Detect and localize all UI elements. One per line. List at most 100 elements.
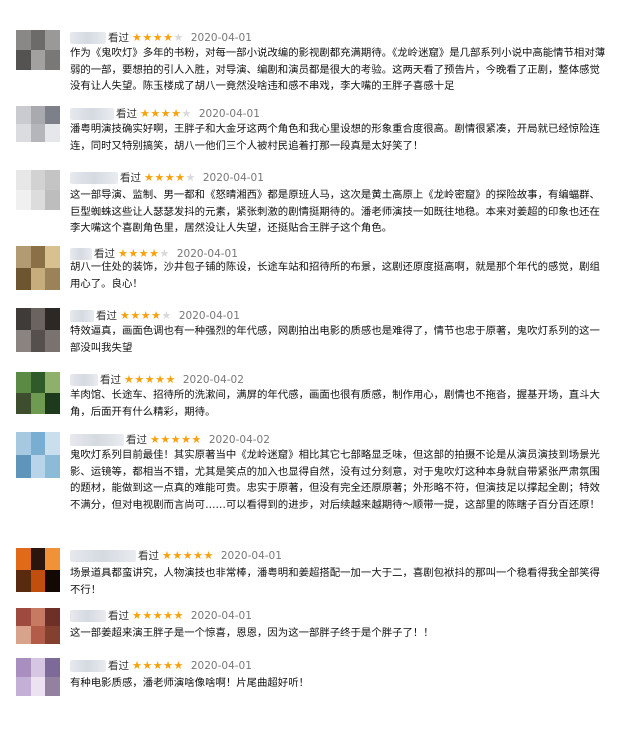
avatar-tile xyxy=(45,106,60,125)
avatar-tile xyxy=(30,393,47,414)
review-meta: 看过 ★★★★★ 2020-04-01 xyxy=(108,31,252,45)
star-icon: ★ xyxy=(152,659,164,672)
review-meta: 看过 ★★★★★ 2020-04-02 xyxy=(126,433,270,447)
review-text: 鬼吹灯系列目前最佳！其实原著当中《龙岭迷窟》相比其它七部略显乏味，但这部的拍摄不… xyxy=(70,449,600,511)
review-meta: 看过 ★★★★★ 2020-04-01 xyxy=(96,309,240,323)
star-icon: ★ xyxy=(151,309,162,322)
star-icon: ★ xyxy=(142,31,153,44)
review-text: 羊肉馆、长途车、招待所的洗漱间，满屏的年代感，画面也很有质感，制作用心，剧情也不… xyxy=(70,389,600,418)
star-icon: ★ xyxy=(172,549,183,562)
avatar[interactable] xyxy=(16,106,60,142)
star-icon: ★ xyxy=(161,309,172,322)
avatar[interactable] xyxy=(16,432,60,478)
star-icon: ★ xyxy=(132,31,143,44)
avatar-tile xyxy=(30,170,47,191)
review-meta: 看过 ★★★★★ 2020-04-01 xyxy=(108,659,252,673)
review-meta: 看过 ★★★★★ 2020-04-01 xyxy=(120,171,264,185)
avatar-tile xyxy=(16,372,32,394)
star-icon: ★ xyxy=(191,433,202,446)
star-icon: ★ xyxy=(182,549,194,562)
avatar[interactable] xyxy=(16,548,60,592)
avatar-tile xyxy=(16,548,32,571)
review-meta: 看过 ★★★★★ 2020-04-02 xyxy=(100,373,244,387)
review-text: 场景道具都蛮讲究，人物演技也非常棒，潘粤明和姜超搭配一加一大于二，喜剧包袱抖的那… xyxy=(70,567,600,596)
star-icon: ★ xyxy=(144,373,156,386)
avatar-tile xyxy=(30,30,47,51)
review-date: 2020-04-02 xyxy=(182,374,244,386)
avatar-tile xyxy=(45,170,60,191)
star-icon: ★ xyxy=(154,171,165,184)
review-date: 2020-04-01 xyxy=(198,108,260,120)
avatar-tile xyxy=(30,608,47,627)
avatar-tile xyxy=(16,268,32,290)
star-icon: ★ xyxy=(160,107,172,120)
username-blurred[interactable] xyxy=(70,610,106,622)
avatar-tile xyxy=(16,393,32,414)
star-icon: ★ xyxy=(142,659,153,672)
username-blurred[interactable] xyxy=(70,172,118,184)
username-blurred[interactable] xyxy=(70,374,98,386)
avatar-tile xyxy=(45,677,60,696)
avatar-tile xyxy=(30,372,47,394)
star-icon: ★ xyxy=(140,309,152,322)
username-blurred[interactable] xyxy=(70,108,114,120)
star-icon: ★ xyxy=(142,609,153,622)
avatar-tile xyxy=(30,190,47,210)
avatar-tile xyxy=(45,548,60,571)
avatar-tile xyxy=(30,658,47,678)
review-date: 2020-04-02 xyxy=(208,434,270,446)
avatar-tile xyxy=(16,677,32,696)
avatar[interactable] xyxy=(16,608,60,644)
star-rating: ★★★★★ xyxy=(132,609,184,622)
avatar[interactable] xyxy=(16,246,60,290)
avatar-tile xyxy=(45,268,60,290)
avatar-tile xyxy=(16,330,32,352)
avatar-tile xyxy=(30,246,47,269)
review-date: 2020-04-01 xyxy=(202,172,264,184)
star-icon: ★ xyxy=(175,171,186,184)
star-icon: ★ xyxy=(181,107,192,120)
avatar-tile xyxy=(16,432,32,456)
username-blurred[interactable] xyxy=(70,434,124,446)
avatar-tile xyxy=(30,268,47,290)
star-icon: ★ xyxy=(155,373,166,386)
review-text: 胡八一住处的装饰，沙井包子铺的陈设，长途车站和招待所的布景，这剧还原度挺高啊，就… xyxy=(70,261,600,290)
review-text: 这一部导演、监制、男一都和《怒晴湘西》都是原班人马，这次是黄土高原上《龙岭密窟》… xyxy=(70,189,600,235)
star-rating: ★★★★★ xyxy=(162,549,214,562)
review-text: 有种电影质感，潘老师演啥像啥啊！片尾曲超好听！ xyxy=(70,677,309,689)
watched-label: 看过 xyxy=(126,434,147,446)
username-blurred[interactable] xyxy=(70,310,94,322)
avatar-tile xyxy=(45,455,60,478)
star-icon: ★ xyxy=(152,609,164,622)
star-icon: ★ xyxy=(181,433,192,446)
star-icon: ★ xyxy=(150,433,161,446)
avatar[interactable] xyxy=(16,308,60,352)
review-text: 作为《鬼吹灯》多年的书粉，对每一部小说改编的影视剧都充满期待。《龙岭迷窟》是几部… xyxy=(70,47,606,93)
avatar-tile xyxy=(45,246,60,269)
avatar-tile xyxy=(45,190,60,210)
star-icon: ★ xyxy=(150,107,161,120)
star-icon: ★ xyxy=(144,171,155,184)
avatar[interactable] xyxy=(16,658,60,696)
avatar-tile xyxy=(30,330,47,352)
star-icon: ★ xyxy=(132,609,143,622)
username-blurred[interactable] xyxy=(70,660,106,672)
star-icon: ★ xyxy=(134,373,145,386)
star-icon: ★ xyxy=(162,549,173,562)
username-blurred[interactable] xyxy=(70,550,136,562)
username-blurred[interactable] xyxy=(70,32,106,44)
avatar[interactable] xyxy=(16,372,60,414)
star-rating: ★★★★★ xyxy=(124,373,176,386)
avatar[interactable] xyxy=(16,170,60,210)
avatar-tile xyxy=(45,658,60,678)
avatar[interactable] xyxy=(16,30,60,70)
star-icon: ★ xyxy=(120,309,131,322)
star-icon: ★ xyxy=(173,31,184,44)
star-icon: ★ xyxy=(152,31,164,44)
review-date: 2020-04-01 xyxy=(190,660,252,672)
star-icon: ★ xyxy=(185,171,196,184)
avatar-tile xyxy=(45,626,60,644)
avatar-tile xyxy=(30,455,47,478)
avatar-tile xyxy=(16,308,32,331)
avatar-tile xyxy=(16,190,32,210)
